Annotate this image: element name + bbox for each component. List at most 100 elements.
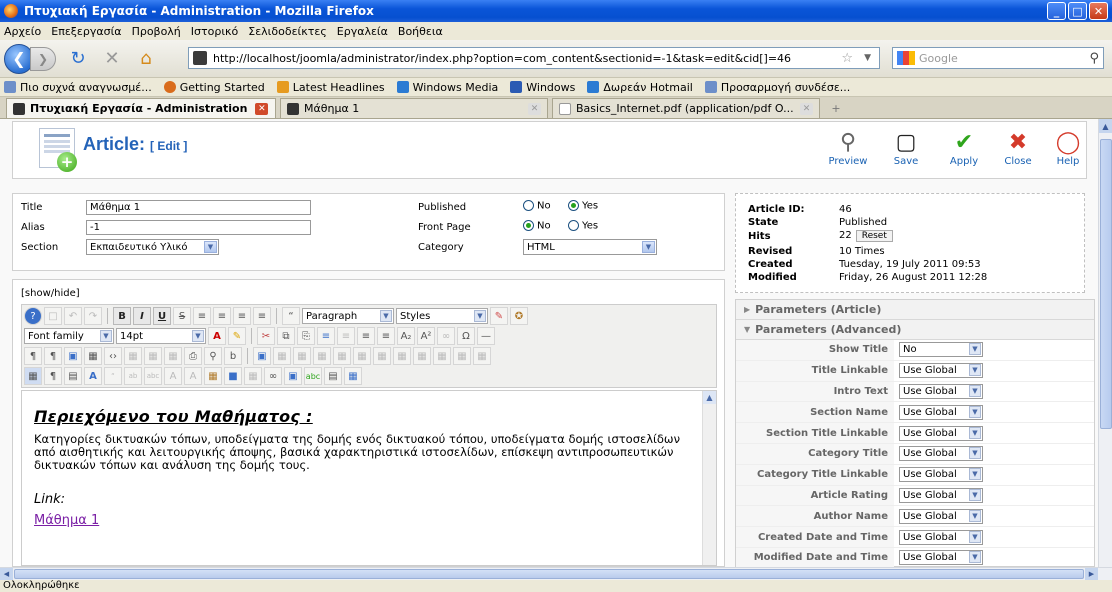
italic-button[interactable]: I xyxy=(133,307,151,325)
section-select[interactable]: Εκπαιδευτικό Υλικό ▼ xyxy=(86,239,219,255)
bookmark-getting-started[interactable]: Getting Started xyxy=(163,81,265,94)
scroll-right-icon[interactable]: ▶ xyxy=(1085,568,1098,580)
ins-icon[interactable]: A xyxy=(184,367,202,385)
page-horizontal-scrollbar[interactable]: ◀ ▶ xyxy=(0,567,1112,580)
ltr-icon[interactable]: ¶ xyxy=(24,347,42,365)
forward-button[interactable]: ❯ xyxy=(30,46,56,71)
close-window-button[interactable]: ✕ xyxy=(1089,2,1108,20)
published-no-radio[interactable]: No xyxy=(523,200,551,212)
menu-file[interactable]: Αρχείο xyxy=(4,25,41,38)
stop-icon[interactable]: ✕ xyxy=(100,47,124,71)
paste-icon[interactable]: ⎘ xyxy=(297,327,315,345)
strikethrough-button[interactable]: S xyxy=(173,307,191,325)
content-editor[interactable]: Περιεχόμενο του Μαθήματος : Κατηγορίες δ… xyxy=(21,390,717,566)
font-size-select[interactable]: 14pt ▼ xyxy=(116,328,206,344)
preview-button[interactable]: ⚲ Preview xyxy=(823,130,873,174)
maximize-button[interactable]: □ xyxy=(1068,2,1087,20)
menu-help[interactable]: Βοήθεια xyxy=(398,25,443,38)
abbr-icon[interactable]: ab xyxy=(124,367,142,385)
menu-bookmarks[interactable]: Σελιδοδείκτες xyxy=(248,25,327,38)
reset-hits-button[interactable]: Reset xyxy=(855,230,893,242)
param-select[interactable]: No ▼ xyxy=(899,342,983,358)
absolute-icon[interactable]: ▦ xyxy=(244,367,262,385)
find-icon[interactable]: ⚲ xyxy=(204,347,222,365)
bookmark-customize-links[interactable]: Προσαρμογή συνδέσε... xyxy=(704,81,850,94)
font-family-select[interactable]: Font family ▼ xyxy=(24,328,114,344)
close-tab-icon[interactable]: ✕ xyxy=(528,102,541,115)
text-color-icon[interactable]: A xyxy=(208,327,226,345)
bookmark-windows[interactable]: Windows xyxy=(510,81,575,94)
editor-scrollbar[interactable]: ▲ xyxy=(702,391,716,565)
split-cells-icon[interactable]: ▦ xyxy=(453,347,471,365)
scroll-thumb[interactable] xyxy=(14,569,1084,579)
anchor-icon[interactable]: ∞ xyxy=(264,367,282,385)
new-tab-button[interactable]: + xyxy=(824,98,848,118)
param-select[interactable]: Use Global ▼ xyxy=(899,487,983,503)
print-icon[interactable]: ⎙ xyxy=(184,347,202,365)
menu-edit[interactable]: Επεξεργασία xyxy=(51,25,121,38)
bold-button[interactable]: B xyxy=(113,307,131,325)
param-select[interactable]: Use Global ▼ xyxy=(899,446,983,462)
merge-cells-icon[interactable]: ▦ xyxy=(473,347,491,365)
apply-button[interactable]: ✔ Apply xyxy=(939,130,989,174)
tab-mathima[interactable]: Μάθημα 1 ✕ xyxy=(280,98,548,118)
code-view-icon[interactable]: ▦ xyxy=(344,367,362,385)
title-input[interactable]: Μάθημα 1 xyxy=(86,200,311,215)
redo-icon[interactable]: ↷ xyxy=(84,307,102,325)
scroll-up-icon[interactable]: ▲ xyxy=(703,391,716,404)
replace-icon[interactable]: b xyxy=(224,347,242,365)
link-icon[interactable]: ∞ xyxy=(437,327,455,345)
bullet-list-icon[interactable]: ≡ xyxy=(357,327,375,345)
param-select[interactable]: Use Global ▼ xyxy=(899,425,983,441)
help-icon[interactable]: ? xyxy=(24,307,42,325)
bookmark-hotmail[interactable]: Δωρεάν Hotmail xyxy=(587,81,693,94)
styles-select[interactable]: Styles ▼ xyxy=(396,308,488,324)
param-select[interactable]: Use Global ▼ xyxy=(899,529,983,545)
align-left-icon[interactable]: ≡ xyxy=(193,307,211,325)
page-vertical-scrollbar[interactable]: ▲ xyxy=(1098,119,1112,567)
align-right-icon[interactable]: ≡ xyxy=(233,307,251,325)
horizontal-rule-icon[interactable]: — xyxy=(477,327,495,345)
acronym-icon[interactable]: abc xyxy=(144,367,162,385)
col-before-icon[interactable]: ▦ xyxy=(393,347,411,365)
code-icon[interactable]: ‹› xyxy=(104,347,122,365)
align-justify-icon[interactable]: ≡ xyxy=(253,307,271,325)
bookmark-most-visited[interactable]: Πιο συχνά αναγνωσμέ... xyxy=(4,81,152,94)
table-row-props-icon[interactable]: ▦ xyxy=(293,347,311,365)
blockquote-icon[interactable]: “ xyxy=(282,307,300,325)
col-after-icon[interactable]: ▦ xyxy=(413,347,431,365)
insert-date-icon[interactable]: ▦ xyxy=(124,347,142,365)
parameters-article-header[interactable]: ▶ Parameters (Article) xyxy=(736,300,1094,320)
published-yes-radio[interactable]: Yes xyxy=(568,200,598,212)
minimize-button[interactable]: _ xyxy=(1047,2,1066,20)
subscript-icon[interactable]: A₂ xyxy=(397,327,415,345)
scroll-thumb[interactable] xyxy=(1100,139,1112,429)
table-cell-props-icon[interactable]: ▦ xyxy=(313,347,331,365)
close-button[interactable]: ✖ Close xyxy=(993,130,1043,174)
visual-aid-icon[interactable]: ▦ xyxy=(24,367,42,385)
save-button[interactable]: ▢ Save xyxy=(881,130,931,174)
template-icon[interactable]: ▦ xyxy=(84,347,102,365)
align-center-icon[interactable]: ≡ xyxy=(213,307,231,325)
table-icon[interactable]: ▦ xyxy=(273,347,291,365)
scroll-up-icon[interactable]: ▲ xyxy=(1099,119,1112,133)
paragraph-icon[interactable]: ¶ xyxy=(44,367,62,385)
cite-icon[interactable]: “ xyxy=(104,367,122,385)
parameters-advanced-header[interactable]: ▼ Parameters (Advanced) xyxy=(736,320,1094,340)
delete-row-icon[interactable]: ▦ xyxy=(373,347,391,365)
menu-view[interactable]: Προβολή xyxy=(132,25,181,38)
menu-tools[interactable]: Εργαλεία xyxy=(337,25,388,38)
numbered-list-icon[interactable]: ≡ xyxy=(377,327,395,345)
frontpage-yes-radio[interactable]: Yes xyxy=(568,220,598,232)
reload-icon[interactable]: ↻ xyxy=(66,47,90,71)
image-icon[interactable]: ▣ xyxy=(284,367,302,385)
show-hide-editor-link[interactable]: [show/hide] xyxy=(21,288,80,299)
bookmark-windows-media[interactable]: Windows Media xyxy=(396,81,498,94)
menu-history[interactable]: Ιστορικό xyxy=(191,25,239,38)
hr-icon[interactable]: ▤ xyxy=(324,367,342,385)
cut-icon[interactable]: ✂ xyxy=(257,327,275,345)
del-icon[interactable]: A xyxy=(164,367,182,385)
styleprops-icon[interactable]: A xyxy=(84,367,102,385)
search-bar[interactable]: Google ⚲ xyxy=(892,47,1104,69)
param-select[interactable]: Use Global ▼ xyxy=(899,508,983,524)
